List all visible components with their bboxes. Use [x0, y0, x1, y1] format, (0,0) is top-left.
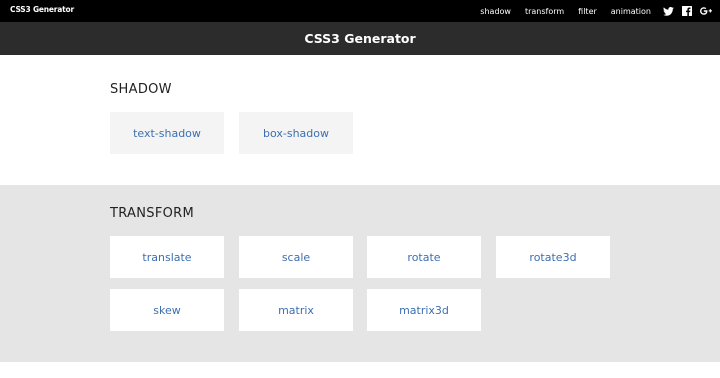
facebook-icon[interactable] — [681, 5, 693, 17]
card-rotate[interactable]: rotate — [367, 236, 481, 278]
section-title-shadow: SHADOW — [110, 82, 172, 97]
card-box-shadow[interactable]: box-shadow — [239, 112, 353, 154]
card-matrix3d[interactable]: matrix3d — [367, 289, 481, 331]
card-scale[interactable]: scale — [239, 236, 353, 278]
nav-link-animation[interactable]: animation — [611, 7, 651, 16]
top-nav: shadow transform filter animation — [480, 0, 712, 22]
brand-link[interactable]: CSS3 Generator — [10, 5, 74, 14]
header-banner: CSS3 Generator — [0, 22, 720, 55]
card-text-shadow[interactable]: text-shadow — [110, 112, 224, 154]
card-rotate3d[interactable]: rotate3d — [496, 236, 610, 278]
google-plus-icon[interactable] — [700, 5, 712, 17]
nav-link-filter[interactable]: filter — [578, 7, 597, 16]
page-title: CSS3 Generator — [304, 31, 416, 46]
shadow-section: SHADOW text-shadow box-shadow — [0, 55, 720, 185]
footer-space — [0, 362, 720, 378]
card-matrix[interactable]: matrix — [239, 289, 353, 331]
top-navbar: CSS3 Generator shadow transform filter a… — [0, 0, 720, 22]
card-translate[interactable]: translate — [110, 236, 224, 278]
nav-link-transform[interactable]: transform — [525, 7, 564, 16]
nav-link-shadow[interactable]: shadow — [480, 7, 511, 16]
transform-section: TRANSFORM translate scale rotate rotate3… — [0, 185, 720, 362]
section-title-transform: TRANSFORM — [110, 206, 194, 221]
twitter-icon[interactable] — [662, 5, 674, 17]
card-skew[interactable]: skew — [110, 289, 224, 331]
